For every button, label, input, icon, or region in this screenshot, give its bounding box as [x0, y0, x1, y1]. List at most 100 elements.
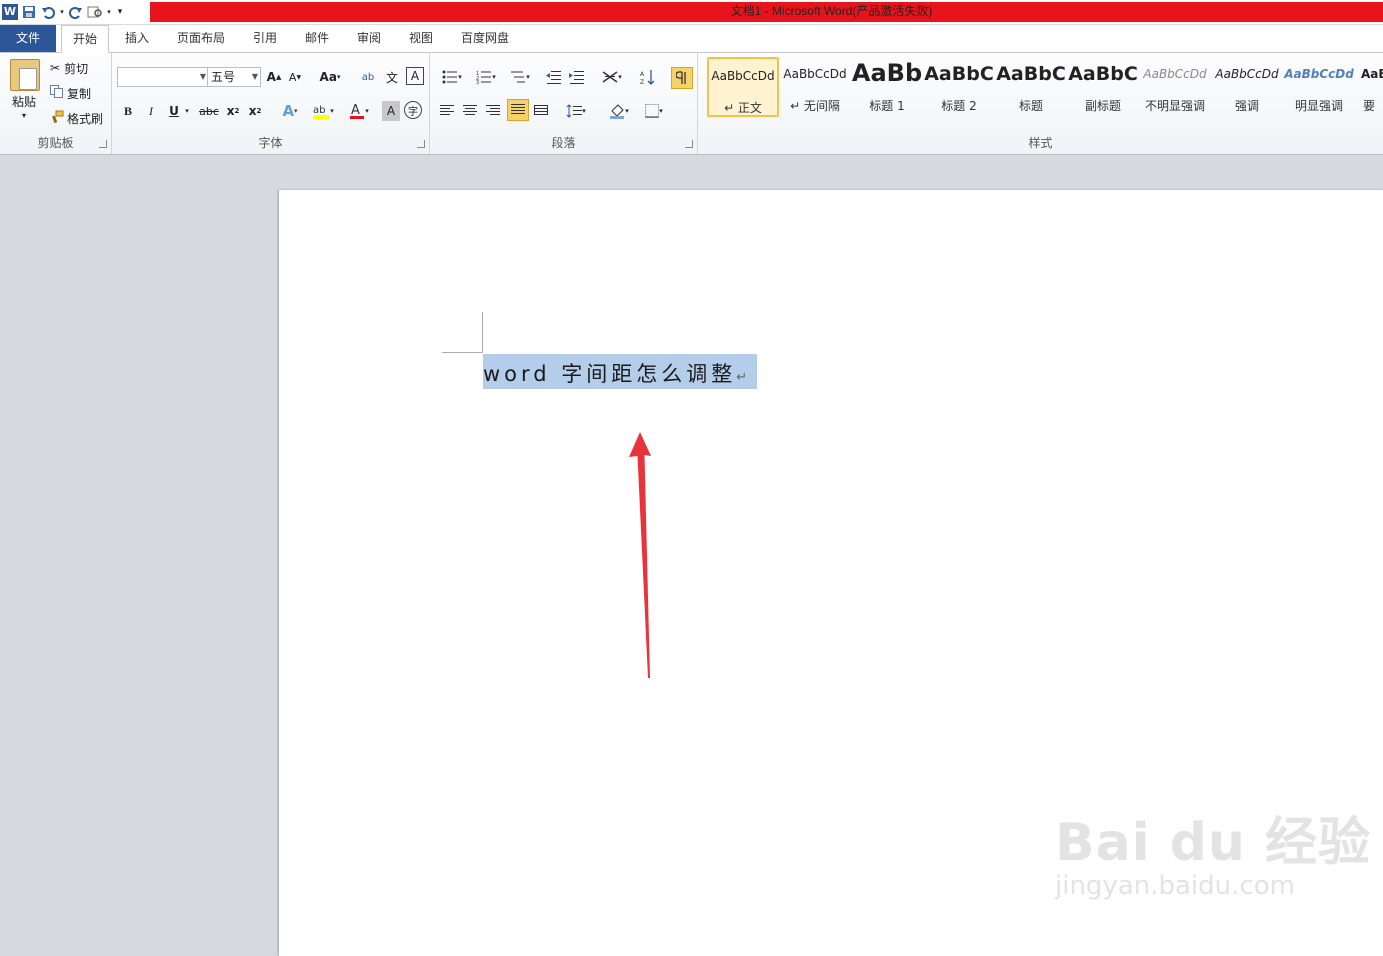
tab-file[interactable]: 文件: [0, 25, 56, 52]
copy-icon: [50, 85, 63, 101]
paragraph-group-label: 段落: [551, 136, 576, 150]
style-name: 副标题: [1084, 99, 1121, 113]
enclose-characters-icon[interactable]: 字: [404, 101, 422, 119]
strikethrough-icon[interactable]: abc: [198, 101, 220, 121]
bullets-icon[interactable]: ▾: [438, 67, 466, 87]
numbering-icon[interactable]: 1 2 3 ▾: [472, 67, 500, 87]
find-replace-icon[interactable]: [87, 4, 103, 20]
style-emphasis[interactable]: AaBbCcDd 强调: [1211, 57, 1283, 117]
sort-icon[interactable]: AZ: [638, 67, 658, 87]
multilevel-list-icon[interactable]: ▾: [506, 67, 534, 87]
style-name: 不明显强调: [1144, 99, 1205, 113]
copy-button[interactable]: 复制: [50, 84, 91, 102]
style-name: 要: [1363, 99, 1376, 113]
style-sample: AaBbCcDd: [711, 69, 775, 83]
document-text[interactable]: word 字间距怎么调整↵: [483, 358, 747, 388]
clipboard-dialog-launcher[interactable]: [99, 140, 107, 148]
svg-text:Z: Z: [640, 79, 644, 85]
style-sample: AaBbCcDd: [1143, 67, 1207, 81]
text-effects-icon[interactable]: A ▾: [278, 101, 302, 121]
font-name-combo[interactable]: ▼: [117, 67, 209, 87]
word-app-icon[interactable]: W: [2, 4, 18, 20]
paste-dropdown-icon[interactable]: ▾: [18, 111, 30, 120]
window-title: 文档1 - Microsoft Word(产品激活失败): [730, 4, 933, 18]
style-heading-2[interactable]: AaBbC 标题 2: [923, 57, 995, 117]
align-center-icon[interactable]: [461, 101, 479, 121]
tab-view[interactable]: 视图: [402, 25, 440, 52]
style-strong[interactable]: AaB 要: [1355, 57, 1383, 117]
borders-icon[interactable]: ▾: [640, 101, 668, 121]
format-painter-button[interactable]: 格式刷: [50, 109, 103, 127]
style-normal[interactable]: AaBbCcDd ↵ 正文: [707, 57, 779, 117]
underline-icon[interactable]: U: [166, 101, 182, 121]
font-color-icon[interactable]: A ▾: [344, 101, 374, 121]
highlight-color-icon[interactable]: ab ▾: [308, 101, 338, 121]
style-heading-1[interactable]: AaBb 标题 1: [851, 57, 923, 117]
paragraph-group: ▾ 1 2 3 ▾ ▾ ▾ AZ ▾ ▾ ▾ 段落: [430, 53, 698, 154]
cut-label: 剪切: [64, 61, 89, 76]
character-border-icon[interactable]: A: [406, 67, 424, 85]
style-no-spacing[interactable]: AaBbCcDd ↵ 无间隔: [779, 57, 851, 117]
svg-text:A: A: [351, 103, 360, 118]
shrink-font-icon[interactable]: A ▼: [286, 67, 304, 87]
align-right-icon[interactable]: [484, 101, 502, 121]
align-left-icon[interactable]: [438, 101, 456, 121]
distributed-icon[interactable]: [532, 101, 550, 121]
customize-qat-icon[interactable]: ▾: [115, 4, 125, 20]
style-name: 标题 1: [869, 99, 905, 113]
style-intense-emphasis[interactable]: AaBbCcDd 明显强调: [1283, 57, 1355, 117]
clear-formatting-icon[interactable]: ab: [358, 67, 378, 87]
underline-dropdown-icon[interactable]: ▾: [182, 101, 192, 121]
chinese-layout-icon[interactable]: ▾: [598, 67, 626, 87]
svg-text:ab: ab: [313, 105, 325, 116]
font-size-combo[interactable]: 五号 ▼: [207, 67, 261, 87]
grow-font-icon[interactable]: A ▲: [265, 67, 283, 87]
margin-crop-mark: [482, 312, 483, 353]
tab-baidu-netdisk[interactable]: 百度网盘: [454, 25, 516, 52]
style-name: ↵ 正文: [724, 101, 762, 115]
shading-icon[interactable]: ▾: [604, 101, 634, 121]
tab-page-layout[interactable]: 页面布局: [170, 25, 232, 52]
tab-review[interactable]: 审阅: [350, 25, 388, 52]
styles-group-label: 样式: [1028, 136, 1053, 150]
paste-icon[interactable]: [10, 59, 40, 91]
undo-icon[interactable]: [40, 4, 56, 20]
font-dialog-launcher[interactable]: [417, 140, 425, 148]
paragraph-mark: ↵: [736, 370, 748, 385]
format-painter-label: 格式刷: [67, 111, 104, 126]
font-name-dropdown-icon[interactable]: ▼: [200, 68, 206, 86]
line-spacing-icon[interactable]: ▾: [562, 101, 590, 121]
qat-dropdown-icon[interactable]: ▾: [106, 4, 112, 20]
paste-button[interactable]: 粘贴: [8, 93, 40, 109]
show-hide-marks-icon[interactable]: [671, 67, 693, 89]
cut-button[interactable]: ✂ 剪切: [50, 59, 88, 77]
style-subtle-emphasis[interactable]: AaBbCcDd 不明显强调: [1139, 57, 1211, 117]
font-size-dropdown-icon[interactable]: ▼: [252, 68, 258, 86]
tab-insert[interactable]: 插入: [118, 25, 156, 52]
tab-home[interactable]: 开始: [61, 25, 109, 53]
subscript-icon[interactable]: x2: [224, 101, 242, 121]
font-group: ▼ 五号 ▼ A ▲ A ▼ Aa ▾ ab 文 A B I U ▾ abc x2 x…: [112, 53, 430, 154]
save-icon[interactable]: [21, 4, 37, 20]
superscript-icon[interactable]: x2: [246, 101, 264, 121]
style-title[interactable]: AaBbC 标题: [995, 57, 1067, 117]
decrease-indent-icon[interactable]: [544, 67, 564, 87]
phonetic-guide-icon[interactable]: 文: [382, 67, 402, 87]
character-shading-icon[interactable]: A: [382, 101, 400, 121]
tab-mailings[interactable]: 邮件: [298, 25, 336, 52]
title-bar: 文档1 - Microsoft Word(产品激活失败) W ▾ ▾ ▾: [0, 0, 1383, 24]
italic-icon[interactable]: I: [143, 101, 159, 121]
style-name: 强调: [1234, 99, 1259, 113]
style-subtitle[interactable]: AaBbC 副标题: [1067, 57, 1139, 117]
justify-icon[interactable]: [507, 99, 529, 121]
increase-indent-icon[interactable]: [567, 67, 587, 87]
bold-icon[interactable]: B: [120, 101, 136, 121]
document-paragraph-text[interactable]: word 字间距怎么调整: [483, 362, 736, 386]
paragraph-dialog-launcher[interactable]: [685, 140, 693, 148]
redo-icon[interactable]: [68, 4, 84, 20]
change-case-icon[interactable]: Aa ▾: [318, 67, 342, 87]
undo-dropdown-icon[interactable]: ▾: [59, 4, 65, 20]
style-sample: AaBbC: [996, 63, 1066, 85]
tab-references[interactable]: 引用: [246, 25, 284, 52]
copy-label: 复制: [67, 86, 92, 101]
